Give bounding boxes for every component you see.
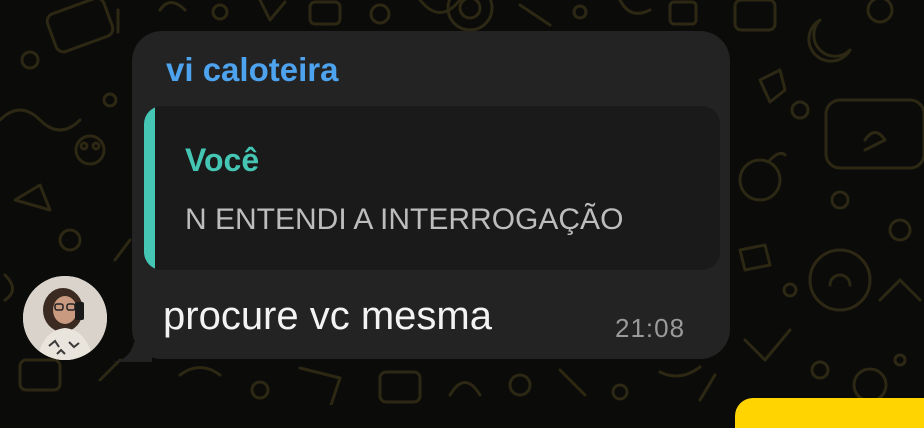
reply-quote-accent-bar [144,106,155,270]
contact-avatar[interactable] [23,276,107,360]
message-timestamp: 21:08 [615,313,686,343]
avatar-photo-icon [23,276,107,360]
next-message-bubble[interactable] [735,398,924,428]
message-text: procure vc mesma [163,294,492,338]
reply-quote[interactable]: Você N ENTENDI A INTERROGAÇÃO [144,106,720,270]
sender-name[interactable]: vi caloteira [166,50,338,90]
reply-quote-text: N ENTENDI A INTERROGAÇÃO [185,203,624,236]
reply-quote-author: Você [185,142,260,178]
